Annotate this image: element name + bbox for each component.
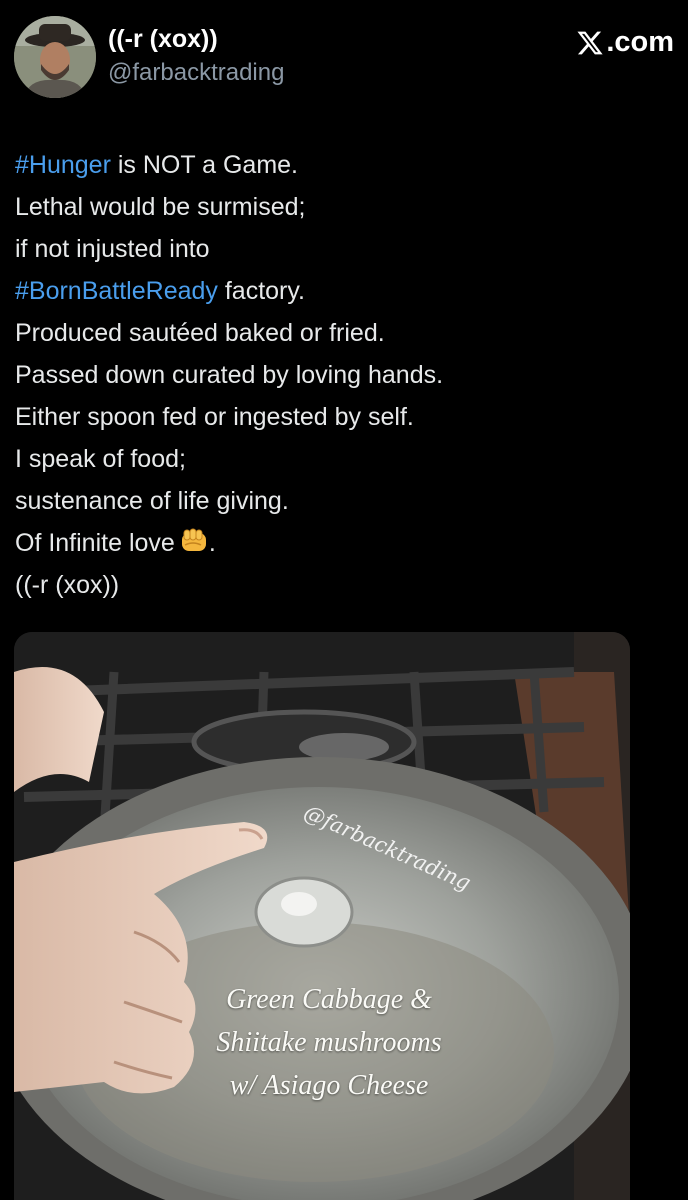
post-line-10-end: . <box>208 529 216 557</box>
post-line-2: Lethal would be surmised; <box>15 193 306 221</box>
post-line-3: if not injusted into <box>15 235 210 263</box>
post-line-1-text: is NOT a Game. <box>110 151 298 179</box>
hashtag-hunger-link[interactable]: #Hunger <box>15 151 111 179</box>
caption-line-3: w/ Asiago Cheese <box>229 1070 429 1101</box>
post-body: #Hunger is NOT a Game. Lethal would be s… <box>15 144 665 606</box>
hashtag-bornbattleready-link[interactable]: #BornBattleReady <box>15 277 218 305</box>
avatar[interactable] <box>14 16 96 98</box>
post-line-11: ((-r (xox)) <box>15 571 120 599</box>
post-line-9: sustenance of life giving. <box>15 487 289 515</box>
post-line-4: #BornBattleReady factory. <box>15 270 665 312</box>
post-header: ((-r (xox)) @farbacktrading .com <box>14 16 674 100</box>
post-line-5: Produced sautéed baked or fried. <box>15 319 385 347</box>
post-line-10: Of Infinite love. <box>15 522 665 564</box>
author-handle[interactable]: @farbacktrading <box>108 58 284 88</box>
brand-domain-label: .com <box>606 26 674 58</box>
post-line-4-text: factory. <box>217 277 305 305</box>
caption-line-2: Shiitake mushrooms <box>216 1027 442 1058</box>
post-line-7: Either spoon fed or ingested by self. <box>15 403 414 431</box>
caption-line-1: Green Cabbage & <box>226 984 432 1015</box>
post-line-8: I speak of food; <box>15 445 186 473</box>
avatar-image <box>14 16 96 98</box>
stovetop-pan-photo <box>14 632 630 1200</box>
x-logo-icon <box>577 31 603 54</box>
author-display-name[interactable]: ((-r (xox)) <box>108 24 284 54</box>
post-line-6: Passed down curated by loving hands. <box>15 361 444 389</box>
x-brand-link[interactable]: .com <box>576 26 674 59</box>
post-media-image[interactable]: @farbacktrading Green Cabbage & Shiitake… <box>14 632 630 1200</box>
post-line-1: #Hunger is NOT a Game. <box>15 144 665 186</box>
oncoming-fist-icon <box>181 528 206 551</box>
post-line-10-text: Of Infinite love <box>15 529 175 557</box>
media-caption: Green Cabbage & Shiitake mushrooms w/ As… <box>184 978 474 1107</box>
